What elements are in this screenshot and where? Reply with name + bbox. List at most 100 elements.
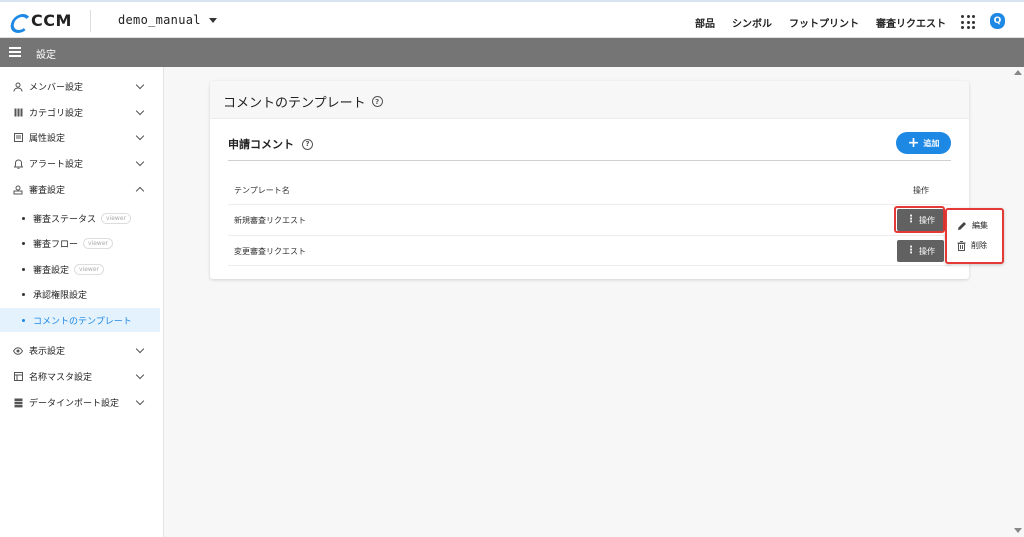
category-icon — [13, 108, 23, 118]
actions-dropdown-menu: 編集 削除 — [945, 208, 1004, 264]
caret-down-icon — [208, 17, 217, 23]
bullet-dot — [22, 318, 25, 322]
card-title-text: コメントのテンプレート — [223, 96, 366, 111]
project-selector[interactable]: demo_manual — [118, 13, 217, 27]
sidebar-subitem-review-flow[interactable]: 審査フロー viewer — [0, 231, 160, 255]
section-divider — [228, 160, 951, 161]
user-avatar[interactable]: Q — [990, 13, 1005, 29]
bullet-dot — [22, 292, 25, 296]
page-title: 設定 — [36, 50, 56, 61]
header-nav: 部品 シンボル フットプリント 審査リクエスト — [695, 15, 946, 30]
nav-footprint[interactable]: フットプリント — [789, 15, 859, 30]
sidebar-item-alert-settings[interactable]: アラート設定 — [0, 151, 163, 176]
ccm-logo[interactable]: CCM — [10, 11, 72, 30]
nav-parts[interactable]: 部品 — [695, 15, 715, 30]
actions-button-label: 操作 — [919, 246, 935, 256]
chevron-down-icon — [135, 396, 145, 406]
ccm-logo-icon — [10, 13, 28, 29]
sidebar-item-label: データインポート設定 — [29, 399, 120, 409]
card-header: コメントのテンプレート ? — [210, 81, 969, 119]
template-name: 新規審査リクエスト — [234, 216, 306, 225]
highlight-box — [894, 206, 945, 233]
sidebar-item-label: 審査設定 — [29, 186, 66, 196]
menu-item-edit[interactable]: 編集 — [957, 220, 988, 231]
sidebar-item-label: カテゴリ設定 — [29, 109, 84, 119]
sidebar-subitem-review-status[interactable]: 審査ステータス viewer — [0, 206, 160, 230]
nav-review-request[interactable]: 審査リクエスト — [876, 15, 946, 30]
review-icon — [13, 185, 23, 195]
menu-item-label: 編集 — [972, 221, 988, 230]
sidebar-item-category-settings[interactable]: カテゴリ設定 — [0, 100, 163, 125]
nav-symbol[interactable]: シンボル — [732, 15, 772, 30]
sidebar-subitem-label: 審査設定 — [33, 265, 70, 276]
sidebar-item-label: 名称マスタ設定 — [29, 373, 93, 383]
chevron-down-icon — [135, 344, 145, 354]
comment-template-card: コメントのテンプレート ? 申請コメント ? + 追加 テンプレート名 操作 新… — [210, 81, 969, 279]
card-title: コメントのテンプレート ? — [223, 92, 383, 111]
section-title-text: 申請コメント — [228, 138, 294, 151]
apps-grid-icon[interactable] — [961, 15, 975, 29]
chevron-down-icon — [135, 131, 145, 141]
sidebar-item-label: メンバー設定 — [29, 83, 84, 93]
sidebar-subitem-label: 審査ステータス — [33, 214, 97, 225]
viewer-badge: viewer — [74, 263, 104, 275]
sidebar-item-label: 属性設定 — [29, 134, 66, 144]
chevron-down-icon — [135, 106, 145, 116]
sidebar-subitem-comment-template[interactable]: コメントのテンプレート — [0, 308, 160, 332]
page-titlebar: 設定 — [0, 38, 1024, 67]
database-icon — [13, 398, 23, 408]
master-icon — [13, 372, 23, 382]
sidebar-subitem-label: 審査フロー — [33, 239, 79, 250]
header-divider — [90, 10, 91, 32]
bullet-dot — [22, 241, 25, 245]
chevron-up-icon — [135, 186, 145, 196]
top-header: CCM demo_manual 部品 シンボル フットプリント 審査リクエスト … — [0, 0, 1024, 38]
sidebar-subitem-label: 承認権限設定 — [33, 290, 88, 301]
chevron-down-icon — [135, 80, 145, 90]
menu-item-label: 削除 — [971, 241, 987, 250]
sidebar-item-member-settings[interactable]: メンバー設定 — [0, 74, 163, 99]
sidebar-subitem-approval-permissions[interactable]: 承認権限設定 — [0, 282, 160, 306]
column-header-actions: 操作 — [913, 186, 929, 195]
chevron-down-icon — [135, 370, 145, 380]
plus-icon: + — [907, 135, 920, 151]
add-button-label: 追加 — [923, 138, 940, 148]
section-title: 申請コメント ? — [228, 136, 313, 152]
viewer-badge: viewer — [101, 212, 131, 224]
table-row: 変更審査リクエスト ⋮ 操作 — [228, 235, 951, 266]
actions-button[interactable]: ⋮ 操作 — [897, 240, 944, 262]
scroll-up-arrow[interactable] — [1014, 70, 1022, 75]
table-row: 新規審査リクエスト ⋮ 操作 — [228, 204, 951, 235]
add-button[interactable]: + 追加 — [896, 132, 951, 154]
sidebar-item-label: 表示設定 — [29, 347, 66, 357]
bullet-dot — [22, 267, 25, 271]
kebab-menu-icon: ⋮ — [906, 245, 916, 256]
attribute-icon — [13, 133, 23, 143]
sidebar-subitem-label: コメントのテンプレート — [33, 316, 132, 327]
user-icon — [13, 82, 23, 92]
settings-sidebar: メンバー設定 カテゴリ設定 属性設定 アラート設定 審査設定 審査ステータス v… — [0, 67, 164, 537]
menu-item-delete[interactable]: 削除 — [957, 240, 987, 251]
trash-icon — [957, 240, 966, 251]
help-icon[interactable]: ? — [302, 138, 313, 150]
sidebar-item-review-settings[interactable]: 審査設定 — [0, 177, 163, 202]
hamburger-menu-icon[interactable] — [9, 47, 21, 57]
logo-text: CCM — [31, 11, 72, 30]
sidebar-item-label: アラート設定 — [29, 160, 84, 170]
column-header-template-name: テンプレート名 — [234, 186, 290, 195]
chevron-down-icon — [135, 157, 145, 167]
sidebar-subitem-review-config[interactable]: 審査設定 viewer — [0, 257, 160, 281]
scroll-down-arrow[interactable] — [1014, 528, 1022, 533]
viewer-badge: viewer — [83, 237, 113, 249]
sidebar-item-display-settings[interactable]: 表示設定 — [0, 338, 163, 363]
sidebar-item-name-master-settings[interactable]: 名称マスタ設定 — [0, 364, 163, 389]
sidebar-item-attribute-settings[interactable]: 属性設定 — [0, 125, 163, 150]
bullet-dot — [22, 216, 25, 220]
pencil-icon — [958, 221, 966, 230]
help-icon[interactable]: ? — [371, 96, 383, 107]
sidebar-item-data-import-settings[interactable]: データインポート設定 — [0, 390, 163, 415]
bell-icon — [13, 158, 23, 169]
template-name: 変更審査リクエスト — [234, 247, 306, 256]
eye-icon — [13, 346, 23, 356]
project-name: demo_manual — [118, 13, 201, 27]
